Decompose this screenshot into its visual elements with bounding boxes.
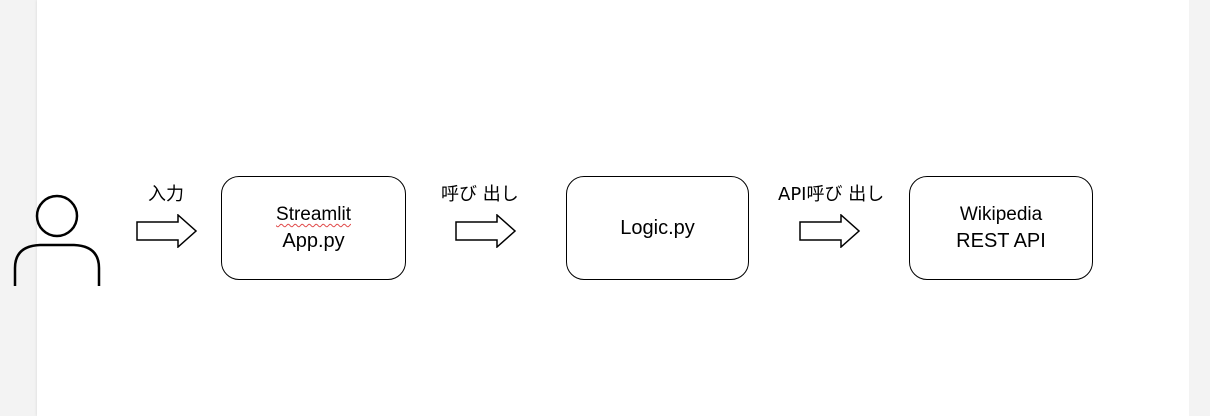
right-arrow-icon [455,214,517,248]
person-icon [13,194,101,286]
arrow-label-call: 呼び 出し [441,184,519,205]
architecture-diagram: 入力 Streamlit App.py 呼び 出し Logic.py API呼び… [0,0,1210,416]
logic-module-box: Logic.py [566,176,749,280]
wikipedia-api-box: Wikipedia REST API [909,176,1093,280]
right-arrow-icon [799,214,861,248]
right-arrow-icon [136,214,198,248]
box-title: Streamlit [276,204,351,225]
box-title: Logic.py [620,217,695,239]
arrow-label-input: 入力 [148,184,184,205]
arrow-label-api-call: API呼び 出し [778,184,885,205]
box-subtitle: REST API [956,230,1046,252]
box-title: Wikipedia [959,204,1043,225]
box-subtitle: App.py [282,230,345,252]
streamlit-app-box: Streamlit App.py [221,176,406,280]
